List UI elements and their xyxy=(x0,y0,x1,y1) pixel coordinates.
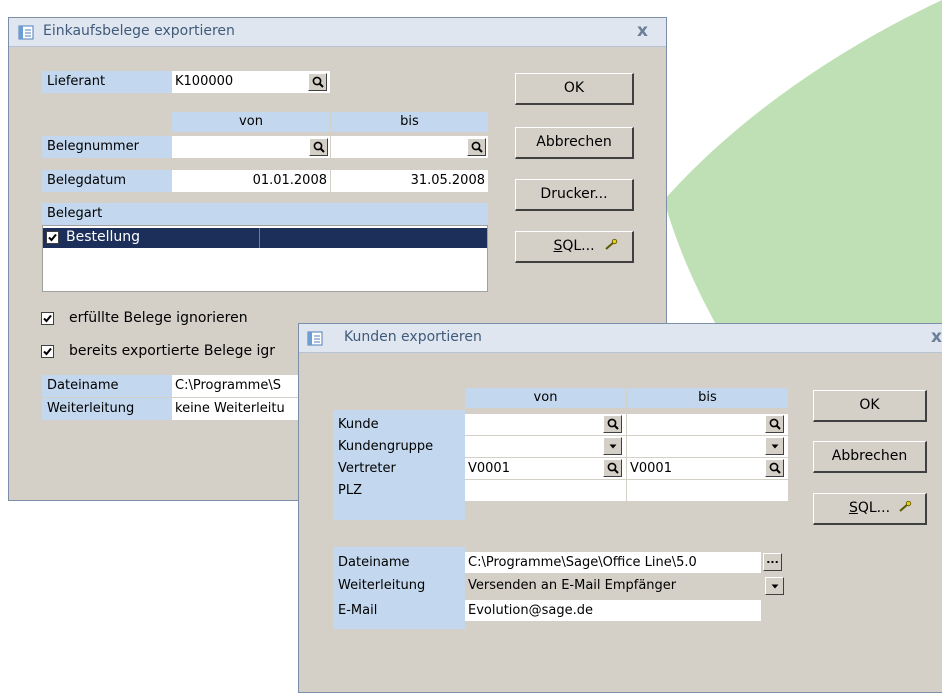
kunde-bis-search-button[interactable] xyxy=(765,415,784,433)
abbrechen-button[interactable]: Abbrechen xyxy=(813,441,927,473)
title-bar[interactable]: Einkaufsbelege exportieren x xyxy=(9,18,666,47)
window-title: Einkaufsbelege exportieren xyxy=(43,23,235,39)
belegnummer-von-field[interactable] xyxy=(172,136,330,158)
erfuellte-belege-label: erfüllte Belege ignorieren xyxy=(69,310,248,326)
label-kundengruppe: Kundengruppe xyxy=(338,439,434,454)
kundengruppe-bis-select[interactable] xyxy=(627,436,788,457)
kundengruppe-bis-dropdown-button[interactable] xyxy=(765,437,784,455)
lieferant-field[interactable]: K100000 xyxy=(172,71,330,93)
magnifier-icon xyxy=(607,418,619,430)
ok-button[interactable]: OK xyxy=(813,390,927,422)
belegnummer-bis-field[interactable] xyxy=(331,136,488,158)
belegnummer-bis-search-button[interactable] xyxy=(467,138,486,156)
dropdown-arrow-icon xyxy=(771,584,779,589)
kundengruppe-von-select[interactable] xyxy=(465,436,626,457)
belegart-list[interactable]: Bestellung xyxy=(42,225,488,292)
title-bar[interactable]: Kunden exportieren x xyxy=(299,324,942,353)
checkmark-icon xyxy=(43,347,52,356)
vertreter-von-search-button[interactable] xyxy=(603,459,622,477)
label-kunde: Kunde xyxy=(338,417,379,432)
label-plz: PLZ xyxy=(338,483,362,498)
dateiname-browse-button[interactable]: ... xyxy=(763,553,782,571)
magnifier-icon xyxy=(769,462,781,474)
kunde-bis-field[interactable] xyxy=(627,414,788,435)
belegnummer-von-search-button[interactable] xyxy=(309,138,328,156)
column-header-bis: bis xyxy=(331,112,488,132)
belegart-checkbox[interactable] xyxy=(46,231,59,244)
label-dateiname: Dateiname xyxy=(338,555,410,570)
browse-label: ... xyxy=(766,553,779,566)
magnifier-icon xyxy=(471,141,483,153)
weiterleitung-select[interactable]: Versenden an E-Mail Empfänger xyxy=(465,575,761,596)
dateiname-field[interactable]: C:\Programme\Sage\Office Line\5.0 xyxy=(465,552,761,573)
belegdatum-von-field[interactable]: 01.01.2008 xyxy=(172,170,330,192)
sql-button-label: QL... xyxy=(562,238,595,254)
column-header-bis: bis xyxy=(627,388,788,408)
abbrechen-button[interactable]: Abbrechen xyxy=(515,127,634,159)
magnifier-icon xyxy=(313,141,325,153)
list-item[interactable]: Bestellung xyxy=(43,228,487,248)
sql-button-label: QL... xyxy=(857,500,891,516)
app-icon xyxy=(307,331,323,346)
kunde-von-field[interactable] xyxy=(465,414,626,435)
label-belegnummer: Belegnummer xyxy=(42,136,172,158)
plz-bis-field[interactable] xyxy=(627,480,788,501)
label-email: E-Mail xyxy=(338,603,378,618)
vertreter-bis-field[interactable]: V0001 xyxy=(627,458,788,479)
vertreter-von-field[interactable]: V0001 xyxy=(465,458,626,479)
kundengruppe-von-dropdown-button[interactable] xyxy=(603,437,622,455)
dropdown-arrow-icon xyxy=(609,444,617,449)
weiterleitung-dropdown-button[interactable] xyxy=(765,577,784,595)
label-dateiname: Dateiname xyxy=(42,375,172,397)
label-weiterleitung: Weiterleitung xyxy=(338,578,426,593)
belegart-header: Belegart xyxy=(42,203,488,225)
sql-button[interactable]: SQL... xyxy=(813,493,927,525)
list-column-divider xyxy=(259,228,260,248)
wand-icon xyxy=(899,501,912,512)
drucker-button[interactable]: Drucker... xyxy=(515,179,634,211)
close-icon[interactable]: x xyxy=(931,327,942,347)
dateiname-field[interactable]: C:\Programme\S xyxy=(172,375,300,397)
sql-button[interactable]: SQL... xyxy=(515,231,634,263)
label-belegdatum: Belegdatum xyxy=(42,170,172,192)
belegart-item-label: Bestellung xyxy=(66,229,141,245)
column-header-von: von xyxy=(465,388,626,408)
ok-button[interactable]: OK xyxy=(515,73,634,105)
exportierte-belege-checkbox[interactable] xyxy=(41,345,54,358)
checkmark-icon xyxy=(43,314,52,323)
plz-von-field[interactable] xyxy=(465,480,626,501)
weiterleitung-field[interactable]: keine Weiterleitu xyxy=(172,398,300,420)
label-lieferant: Lieferant xyxy=(42,71,172,93)
label-weiterleitung: Weiterleitung xyxy=(42,398,172,420)
magnifier-icon xyxy=(312,76,324,88)
email-field[interactable]: Evolution@sage.de xyxy=(465,600,761,621)
vertreter-bis-search-button[interactable] xyxy=(765,459,784,477)
dropdown-arrow-icon xyxy=(771,444,779,449)
window-title: Kunden exportieren xyxy=(344,329,482,345)
erfuellte-belege-checkbox[interactable] xyxy=(41,312,54,325)
label-vertreter: Vertreter xyxy=(338,461,396,476)
app-icon xyxy=(18,25,34,40)
sql-button-mnemonic: S xyxy=(848,500,858,516)
magnifier-icon xyxy=(607,462,619,474)
belegdatum-bis-field[interactable]: 31.05.2008 xyxy=(331,170,488,192)
checkmark-icon xyxy=(48,233,57,242)
close-icon[interactable]: x xyxy=(637,21,648,41)
wand-icon xyxy=(605,239,618,250)
lieferant-search-button[interactable] xyxy=(308,73,327,91)
column-header-von: von xyxy=(172,112,330,132)
exportierte-belege-label: bereits exportierte Belege igr xyxy=(69,343,276,359)
kunde-von-search-button[interactable] xyxy=(603,415,622,433)
magnifier-icon xyxy=(769,418,781,430)
kunden-exportieren-dialog: Kunden exportieren x von bis Kunde Kunde… xyxy=(298,323,942,693)
